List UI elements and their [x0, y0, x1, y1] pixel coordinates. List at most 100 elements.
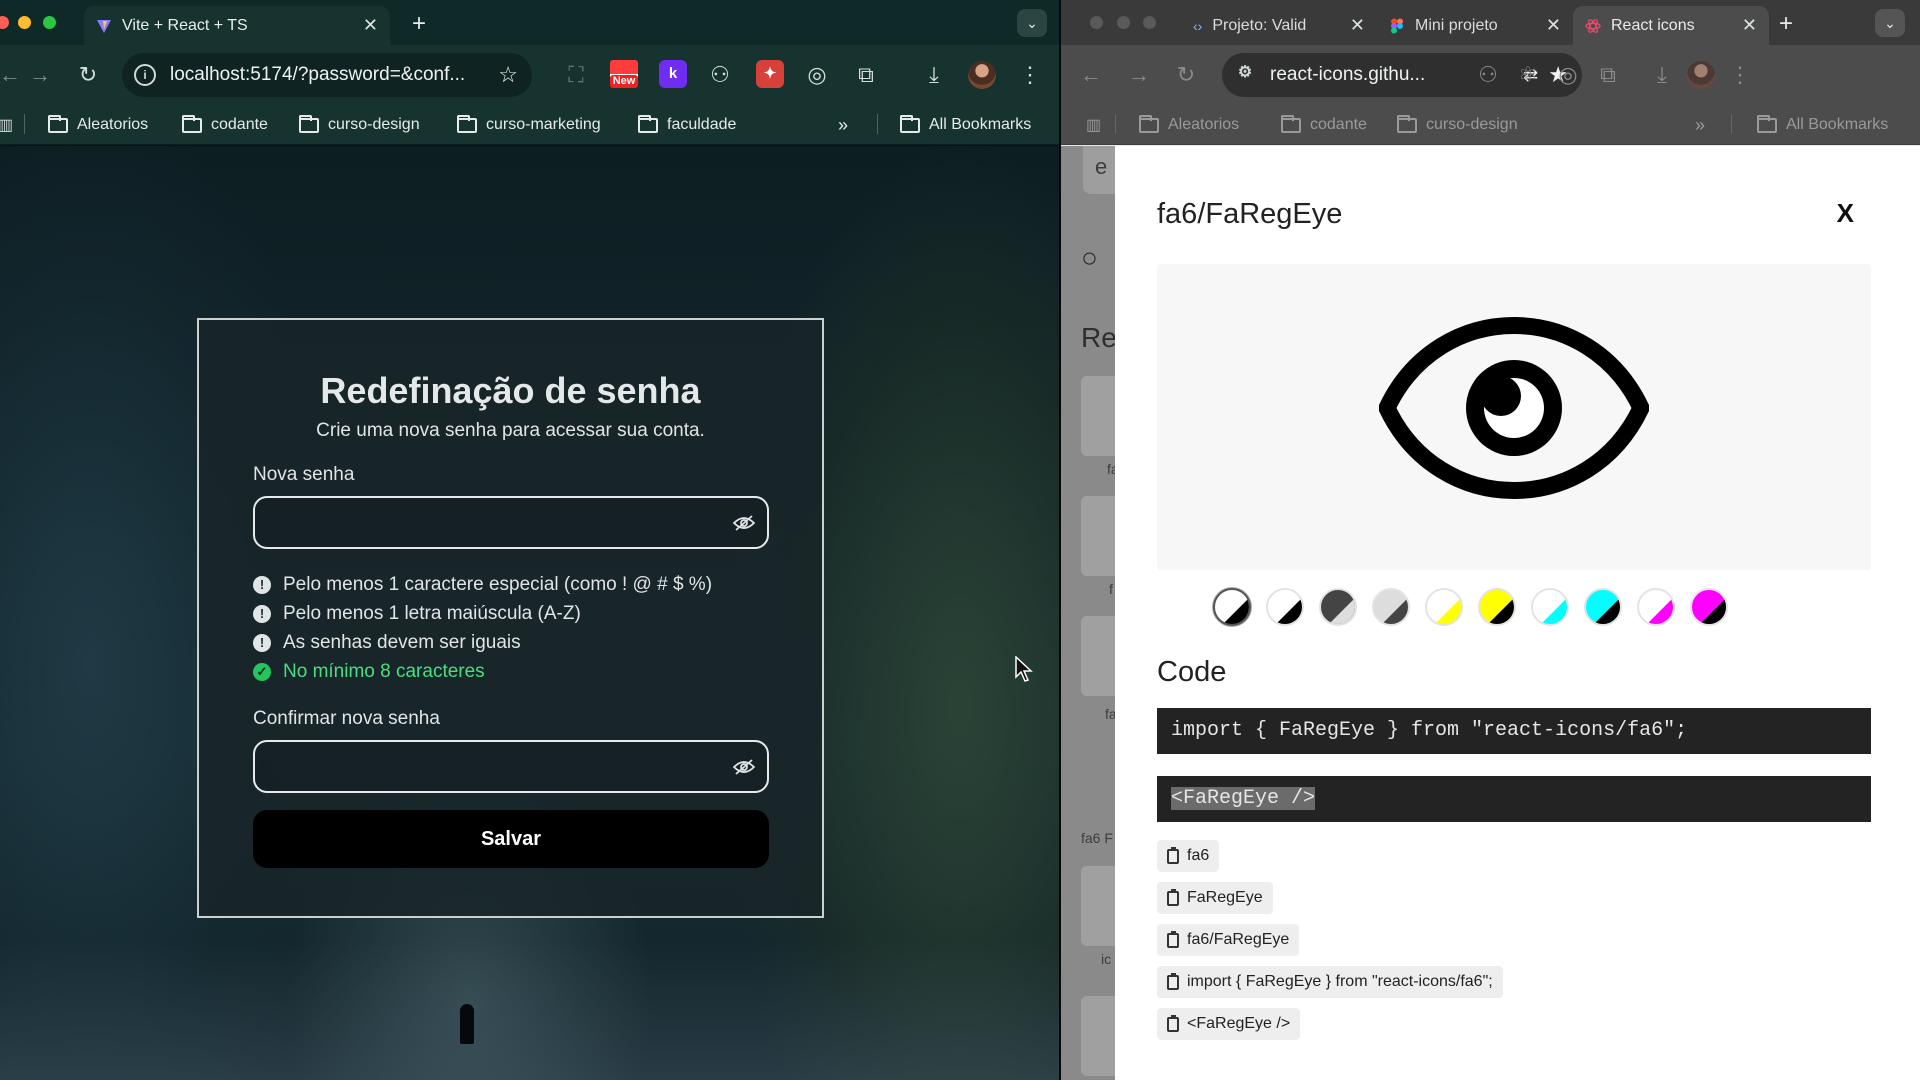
reload-icon[interactable]: ↻ [1172, 62, 1200, 88]
clipboard-icon [1167, 972, 1179, 990]
page-subtitle: Crie uma nova senha para acessar sua con… [316, 420, 705, 441]
extension-red-icon[interactable]: ✦ [756, 60, 784, 88]
new-badge: New [610, 75, 638, 88]
extensions-puzzle-icon[interactable]: ⧉ [852, 62, 880, 88]
tab-title: Mini projeto [1415, 16, 1498, 34]
new-password-field[interactable] [253, 496, 769, 549]
maximize-window-button[interactable] [43, 16, 56, 29]
new-tab-icon[interactable]: + [1779, 10, 1793, 38]
browser-menu-icon[interactable]: ⋮ [1726, 62, 1754, 88]
toggle-visibility-icon[interactable] [733, 758, 755, 776]
search-text-fragment: e [1095, 154, 1108, 179]
forward-icon[interactable]: → [1125, 62, 1153, 88]
tab-vite[interactable]: Vite + React + TS ✕ [84, 6, 390, 45]
extension-network-icon[interactable]: ⚇ [706, 62, 734, 88]
downloads-icon[interactable]: ⤓ [1648, 62, 1676, 88]
profile-avatar[interactable] [968, 61, 996, 89]
maximize-window-button[interactable] [1143, 16, 1156, 29]
color-swatch[interactable] [1266, 588, 1304, 626]
back-icon[interactable]: ← [1077, 62, 1105, 88]
color-swatch[interactable] [1213, 588, 1251, 626]
tab-react-icons[interactable]: React icons ✕ [1573, 6, 1769, 45]
check-circle-icon: ✓ [253, 663, 271, 681]
close-modal-button[interactable]: X [1837, 198, 1854, 229]
close-tab-icon[interactable]: ✕ [1546, 15, 1561, 36]
extension-react-icon[interactable]: ⚛ [1514, 62, 1542, 88]
requirement-special-char: ! Pelo menos 1 caractere especial (como !… [253, 574, 712, 596]
confirm-password-field[interactable] [253, 740, 769, 793]
password-reset-page: Redefinação de senha Crie uma nova senha… [0, 146, 1059, 1080]
forward-icon[interactable]: → [26, 62, 54, 88]
save-button[interactable]: Salvar [253, 810, 769, 868]
close-tab-icon[interactable]: ✕ [363, 15, 378, 36]
bookmark-faculdade[interactable]: faculdade [638, 110, 736, 140]
apps-icon[interactable]: ▥ [1086, 110, 1101, 140]
folder-icon [1139, 114, 1159, 133]
extension-target-icon[interactable]: ◎ [803, 62, 831, 88]
tab-search-icon[interactable]: ⌄ [1875, 9, 1905, 37]
requirement-text: No mínimo 8 caracteres [283, 661, 485, 682]
react-icons-page: e ○ Re fa f fa fa6 F ic fa6/FaRegEye X C… [1061, 146, 1920, 1080]
toggle-visibility-icon[interactable] [733, 514, 755, 532]
address-bar[interactable]: i localhost:5174/?password=&conf... ☆ [122, 53, 532, 97]
more-bookmarks-icon[interactable]: » [838, 110, 848, 140]
apps-icon[interactable]: ▥ [0, 110, 13, 140]
bookmark-codante[interactable]: codante [182, 110, 268, 140]
copy-chip-library[interactable]: fa6 [1157, 840, 1220, 872]
all-bookmarks[interactable]: All Bookmarks [900, 110, 1031, 140]
new-tab-icon[interactable]: + [412, 10, 426, 38]
chip-label: import { FaRegEye } from "react-icons/fa… [1187, 973, 1493, 990]
tab-mini-projeto[interactable]: Mini projeto ✕ [1377, 6, 1573, 45]
bookmark-divider [24, 114, 25, 134]
requirement-uppercase: ! Pelo menos 1 letra maiúscula (A-Z) [253, 603, 581, 625]
more-bookmarks-icon[interactable]: » [1695, 110, 1705, 140]
copy-chip-name[interactable]: FaRegEye [1157, 882, 1273, 914]
clipboard-icon [1167, 930, 1179, 948]
bookmark-aleatorios[interactable]: Aleatorios [1139, 110, 1239, 140]
bookmark-aleatorios[interactable]: Aleatorios [48, 110, 148, 140]
profile-avatar[interactable] [1687, 61, 1715, 89]
bookmark-divider [1731, 114, 1732, 134]
color-swatch[interactable] [1637, 588, 1675, 626]
extensions-puzzle-icon[interactable]: ⧉ [1594, 62, 1622, 88]
color-swatch[interactable] [1372, 588, 1410, 626]
bookmark-codante[interactable]: codante [1281, 110, 1367, 140]
bookmark-curso-design[interactable]: curso-design [299, 110, 420, 140]
copy-chip-path[interactable]: fa6/FaRegEye [1157, 924, 1300, 956]
close-window-button[interactable] [1090, 16, 1103, 29]
copy-chip-import[interactable]: import { FaRegEye } from "react-icons/fa… [1157, 966, 1503, 998]
tab-search-icon[interactable]: ⌄ [1017, 9, 1047, 37]
color-swatch[interactable] [1478, 588, 1516, 626]
minimize-window-button[interactable] [18, 16, 31, 29]
jsx-code-block[interactable]: <FaRegEye /> [1157, 776, 1871, 822]
color-swatch[interactable] [1584, 588, 1622, 626]
site-info-icon[interactable]: i [134, 64, 156, 86]
browser-menu-icon[interactable]: ⋮ [1016, 62, 1044, 88]
all-bookmarks[interactable]: All Bookmarks [1757, 110, 1888, 140]
bookmark-curso-design[interactable]: curso-design [1397, 110, 1518, 140]
close-tab-icon[interactable]: ✕ [1742, 15, 1757, 36]
extension-network-icon[interactable]: ⚇ [1474, 62, 1502, 88]
reload-icon[interactable]: ↻ [74, 62, 102, 88]
extension-target-icon[interactable]: ◎ [1554, 62, 1582, 88]
color-swatch[interactable] [1690, 588, 1728, 626]
back-icon[interactable]: ← [0, 62, 24, 88]
site-settings-icon[interactable]: ⚙ [1234, 64, 1256, 86]
import-code-block[interactable]: import { FaRegEye } from "react-icons/fa… [1157, 708, 1871, 754]
bookmark-star-icon[interactable]: ☆ [498, 62, 518, 88]
color-swatch[interactable] [1319, 588, 1357, 626]
copy-chip-jsx[interactable]: <FaRegEye /> [1157, 1008, 1301, 1040]
extension-new-icon[interactable]: New [610, 60, 638, 88]
minimize-window-button[interactable] [1117, 16, 1130, 29]
extension-k-icon[interactable]: k [659, 60, 687, 88]
color-swatch[interactable] [1425, 588, 1463, 626]
code-heading: Code [1157, 656, 1227, 688]
close-tab-icon[interactable]: ✕ [1350, 15, 1365, 36]
downloads-icon[interactable]: ⤓ [920, 62, 948, 88]
bookmark-curso-marketing[interactable]: curso-marketing [457, 110, 601, 140]
bookmark-divider [1115, 114, 1116, 134]
close-window-button[interactable] [0, 16, 9, 29]
tab-projeto[interactable]: ‹› Projeto: Valid ✕ [1181, 6, 1377, 45]
screen-capture-icon[interactable]: ⛶ [562, 62, 590, 88]
color-swatch[interactable] [1531, 588, 1569, 626]
